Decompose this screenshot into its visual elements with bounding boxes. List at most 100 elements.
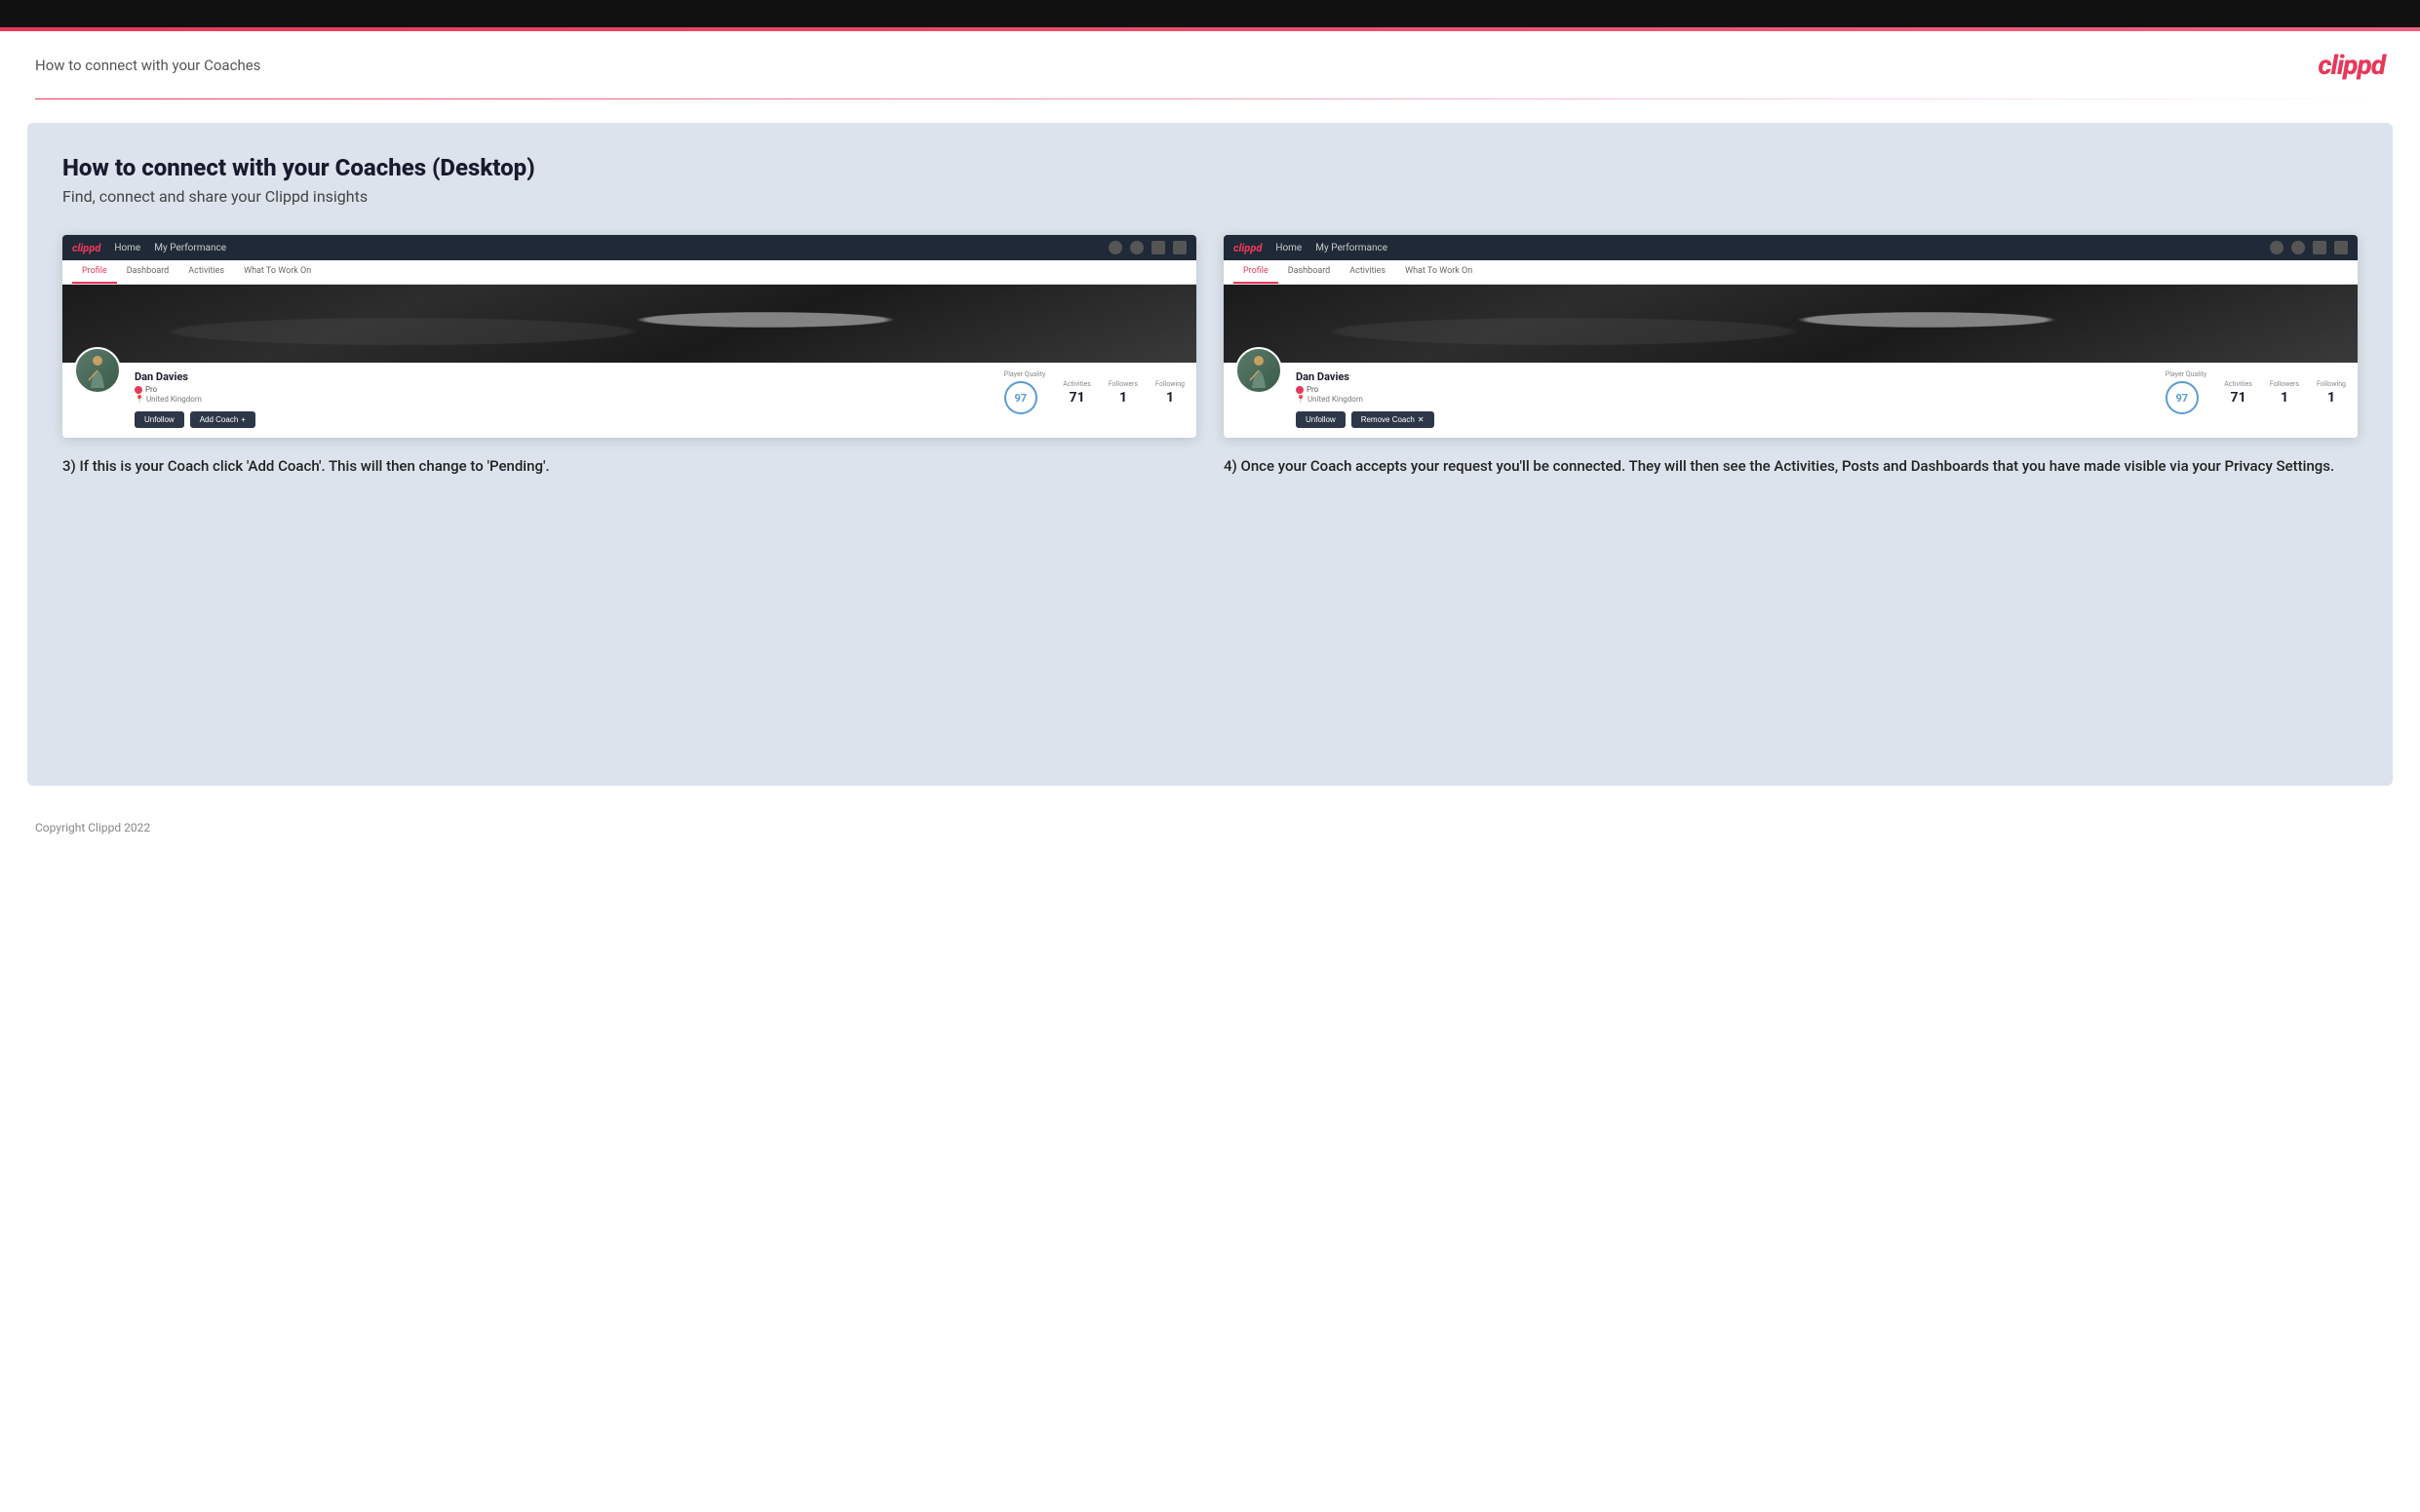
main-subtitle: Find, connect and share your Clippd insi… — [62, 187, 2358, 206]
tab-dashboard-2[interactable]: Dashboard — [1278, 260, 1341, 284]
screen2-action-buttons: Unfollow Remove Coach ✕ — [1296, 411, 2152, 428]
x-icon: ✕ — [1418, 415, 1425, 424]
screen1-name-section: Dan Davies Pro 📍 United Kingdom Unfollow — [135, 370, 991, 428]
location-icon-2: 📍 — [1296, 395, 1306, 404]
main-content: How to connect with your Coaches (Deskto… — [27, 123, 2393, 786]
screen1-activities-stat: Activities 71 — [1063, 380, 1091, 406]
tab-dashboard-1[interactable]: Dashboard — [117, 260, 179, 284]
user-icon-2[interactable] — [2291, 241, 2305, 254]
screen1-player-name: Dan Davies — [135, 370, 991, 383]
search-icon-2[interactable] — [2270, 241, 2283, 254]
screen2-player-name: Dan Davies — [1296, 370, 2152, 383]
screens-row: clippd Home My Performance Profile — [62, 235, 2358, 478]
badge-dot-icon — [135, 386, 142, 394]
activities-value-1: 71 — [1063, 390, 1091, 406]
plus-icon: + — [241, 415, 246, 424]
pq-label-1: Player Quality — [1004, 370, 1045, 378]
screen2-activities-stat: Activities 71 — [2224, 380, 2252, 406]
tab-activities-1[interactable]: Activities — [178, 260, 234, 284]
screen2-logo: clippd — [1233, 242, 1262, 254]
screen1-nav-links: Home My Performance — [114, 243, 226, 253]
screen1-avatar — [74, 347, 121, 394]
profile-icon-2[interactable] — [2334, 241, 2348, 254]
screen2-avatar — [1235, 347, 1282, 394]
screen1-player-badge: Pro — [135, 385, 991, 394]
screen1-nav-icons — [1109, 241, 1187, 254]
search-icon[interactable] — [1109, 241, 1122, 254]
step4-description: 4) Once your Coach accepts your request … — [1224, 455, 2358, 478]
screen1-profile-tabs: Profile Dashboard Activities What To Wor… — [62, 260, 1196, 285]
header: How to connect with your Coaches clippd — [0, 31, 2420, 98]
screen1-player-quality: Player Quality 97 — [1004, 370, 1045, 414]
screen2-nav-icons — [2270, 241, 2348, 254]
header-divider — [35, 98, 2385, 99]
location-icon: 📍 — [135, 395, 144, 404]
screen2-profile-tabs: Profile Dashboard Activities What To Wor… — [1224, 260, 2358, 285]
followers-value-2: 1 — [2270, 390, 2299, 406]
screen2-badge-label: Pro — [1307, 385, 1318, 394]
screen1-avatar-wrap — [74, 347, 121, 394]
screen2-nav-links: Home My Performance — [1275, 243, 1387, 253]
tab-activities-2[interactable]: Activities — [1340, 260, 1395, 284]
screen1-following-stat: Following 1 — [1155, 380, 1185, 406]
unfollow-button-2[interactable]: Unfollow — [1296, 411, 1346, 428]
page-title: How to connect with your Coaches — [35, 57, 260, 74]
tab-what-to-work-on-1[interactable]: What To Work On — [234, 260, 321, 284]
activities-label-1: Activities — [1063, 380, 1091, 388]
following-value-1: 1 — [1155, 390, 1185, 406]
screen2-stats: Player Quality 97 Activities 71 Follower… — [2166, 370, 2346, 414]
tab-what-to-work-on-2[interactable]: What To Work On — [1395, 260, 1482, 284]
following-label-2: Following — [2317, 380, 2346, 388]
screen-1-col: clippd Home My Performance Profile — [62, 235, 1196, 478]
tab-profile-1[interactable]: Profile — [72, 260, 117, 284]
pq-circle-2: 97 — [2166, 381, 2199, 414]
top-bar — [0, 0, 2420, 27]
screen2-followers-stat: Followers 1 — [2270, 380, 2299, 406]
remove-coach-label: Remove Coach — [1361, 415, 1415, 424]
screen2-profile-info: Dan Davies Pro 📍 United Kingdom Unfollow — [1224, 363, 2358, 438]
screen1-action-buttons: Unfollow Add Coach + — [135, 411, 991, 428]
activities-label-2: Activities — [2224, 380, 2252, 388]
copyright-text: Copyright Clippd 2022 — [35, 821, 150, 834]
add-coach-button[interactable]: Add Coach + — [190, 411, 255, 428]
screen2-player-badge: Pro — [1296, 385, 2152, 394]
tab-profile-2[interactable]: Profile — [1233, 260, 1278, 284]
screen-2-col: clippd Home My Performance Profile — [1224, 235, 2358, 478]
screen1-stats: Player Quality 97 Activities 71 Follower… — [1004, 370, 1185, 414]
screen2-name-section: Dan Davies Pro 📍 United Kingdom Unfollow — [1296, 370, 2152, 428]
step3-description: 3) If this is your Coach click 'Add Coac… — [62, 455, 1196, 478]
pq-circle-1: 97 — [1004, 381, 1037, 414]
screen2-nav-bar: clippd Home My Performance — [1224, 235, 2358, 260]
screen1-nav-bar: clippd Home My Performance — [62, 235, 1196, 260]
profile-icon[interactable] — [1173, 241, 1187, 254]
screen1-player-location: 📍 United Kingdom — [135, 395, 991, 404]
screen-1-browser: clippd Home My Performance Profile — [62, 235, 1196, 438]
followers-label-1: Followers — [1109, 380, 1138, 388]
remove-coach-button[interactable]: Remove Coach ✕ — [1351, 411, 1434, 428]
golfer-icon — [83, 353, 112, 388]
screen1-followers-stat: Followers 1 — [1109, 380, 1138, 406]
following-label-1: Following — [1155, 380, 1185, 388]
screen1-profile-info: Dan Davies Pro 📍 United Kingdom Unfollow — [62, 363, 1196, 438]
golfer-icon-2 — [1244, 353, 1273, 388]
screen1-badge-label: Pro — [145, 385, 157, 394]
screen1-nav-home[interactable]: Home — [114, 243, 140, 253]
unfollow-button-1[interactable]: Unfollow — [135, 411, 184, 428]
screen2-location-label: United Kingdom — [1308, 395, 1363, 404]
screen1-nav-performance[interactable]: My Performance — [154, 243, 226, 253]
screen2-nav-performance[interactable]: My Performance — [1315, 243, 1387, 253]
screen1-location-label: United Kingdom — [146, 395, 202, 404]
screen2-banner — [1224, 285, 2358, 363]
main-title: How to connect with your Coaches (Deskto… — [62, 154, 2358, 181]
screen2-nav-home[interactable]: Home — [1275, 243, 1302, 253]
footer: Copyright Clippd 2022 — [0, 809, 2420, 846]
screen2-avatar-wrap — [1235, 347, 1282, 394]
settings-icon[interactable] — [1151, 241, 1165, 254]
followers-label-2: Followers — [2270, 380, 2299, 388]
logo: clippd — [2318, 49, 2385, 81]
screen2-player-quality: Player Quality 97 — [2166, 370, 2206, 414]
screen1-logo: clippd — [72, 242, 100, 254]
settings-icon-2[interactable] — [2313, 241, 2326, 254]
screen2-player-location: 📍 United Kingdom — [1296, 395, 2152, 404]
user-icon[interactable] — [1130, 241, 1144, 254]
